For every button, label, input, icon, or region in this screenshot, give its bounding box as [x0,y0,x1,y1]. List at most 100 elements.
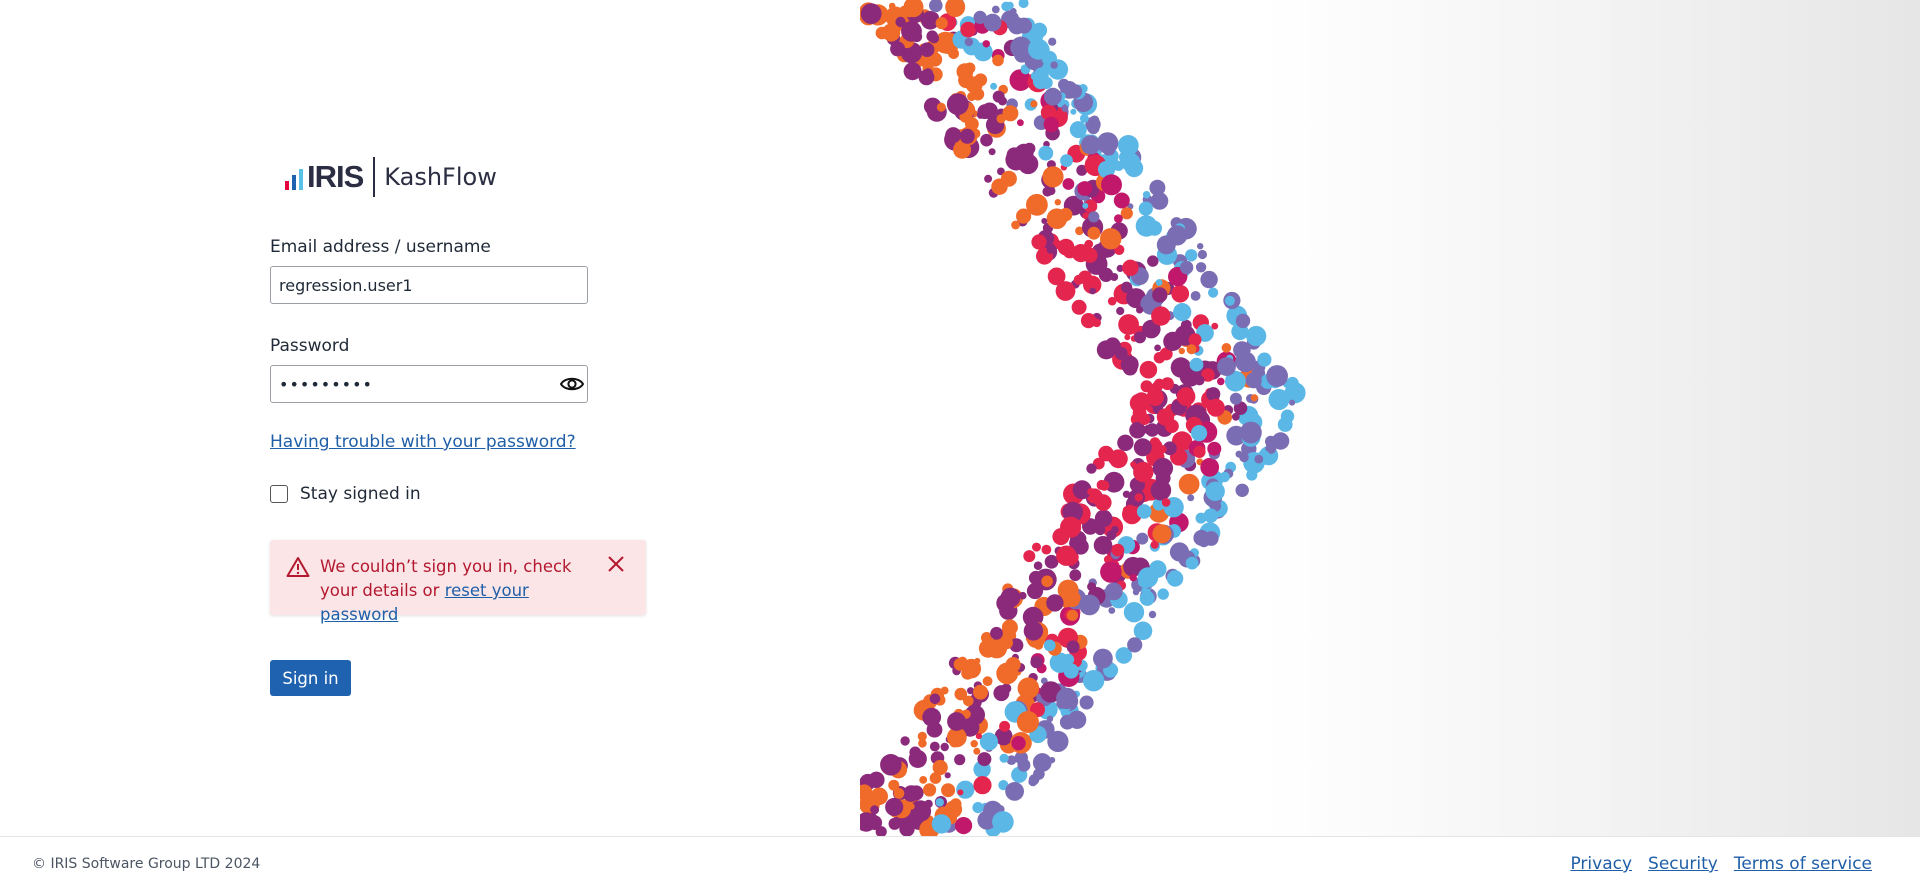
decorative-dot [917,805,925,813]
decorative-dot [1095,494,1112,511]
decorative-dot [1011,736,1026,751]
decorative-dot [1018,0,1029,9]
decorative-dot [1048,169,1057,178]
decorative-dot [1038,145,1054,161]
decorative-dot [1079,594,1100,616]
password-field[interactable] [270,365,588,403]
stay-signed-in[interactable]: Stay signed in [270,484,421,504]
decorative-dot [1114,346,1128,360]
decorative-dot [1067,201,1075,209]
decorative-dot [1001,619,1018,636]
stay-signed-in-label: Stay signed in [300,484,421,504]
decorative-dot [1041,575,1053,588]
decorative-dot [1028,774,1040,785]
decorative-dot [1087,582,1097,592]
alert-message: We couldn’t sign you in, check your deta… [320,555,590,627]
decorative-dot [1073,274,1084,285]
decorative-dot [1113,192,1130,209]
decorative-dot [992,54,1004,67]
decorative-dot [1205,481,1225,501]
logo-bars-icon [285,164,303,190]
decorative-dot [1115,459,1122,467]
decorative-dot [967,92,977,102]
decorative-dot [1079,113,1089,123]
decorative-dot [1120,281,1133,293]
decorative-dot [1046,246,1055,254]
decorative-dot [1277,417,1293,432]
decorative-dot [918,69,935,86]
decorative-dot [1163,331,1183,351]
decorative-dot [964,62,976,74]
decorative-dot [1006,1,1014,10]
decorative-dot [1207,441,1222,456]
security-link[interactable]: Security [1648,854,1718,874]
decorative-dot [1122,490,1131,498]
decorative-dot [1178,473,1200,495]
sign-in-button[interactable]: Sign in [270,660,351,696]
decorative-dot [1107,296,1117,306]
decorative-dot [1289,399,1296,406]
decorative-dot [919,42,935,57]
decorative-dot [1030,656,1043,669]
decorative-dot [1042,186,1053,197]
close-icon[interactable] [606,554,626,574]
decorative-dot [982,676,993,687]
decorative-dot [1030,100,1038,108]
decorative-dot [982,40,990,48]
decorative-dot [1240,421,1262,444]
warning-triangle-icon [286,556,310,582]
decorative-dot [1221,343,1232,353]
decorative-dot [904,819,914,829]
decorative-dot [929,693,941,705]
login-panel: IRIS KashFlow Email address / username P… [0,0,860,836]
decorative-dot [1152,287,1168,303]
decorative-dot [1046,715,1054,722]
decorative-dot [1116,306,1125,316]
decorative-dot [1093,648,1113,669]
decorative-dot [1043,116,1059,133]
decorative-dot [1203,508,1218,523]
decorative-dot [1016,711,1039,733]
decorative-dot [1000,636,1013,650]
decorative-dot [1081,135,1101,155]
decorative-dot [946,93,969,116]
decorative-dot [1069,121,1087,139]
decorative-dot [1193,445,1206,458]
email-field[interactable] [270,266,588,304]
decorative-dot [1023,550,1036,563]
decorative-dot [911,48,921,58]
decorative-dot [1000,170,1017,187]
decorative-dot [979,732,998,751]
decorative-dot [947,712,966,731]
decorative-dot [1054,199,1061,206]
privacy-link[interactable]: Privacy [1570,854,1632,874]
password-trouble-link[interactable]: Having trouble with your password? [270,432,576,452]
decorative-dot [1060,154,1073,168]
stay-signed-in-checkbox[interactable] [270,485,288,503]
logo-wordmark: IRIS [307,159,364,194]
decorative-dot [1117,135,1139,156]
decorative-dot [1161,498,1171,507]
decorative-dot [1257,352,1272,367]
decorative-dot [1094,509,1113,528]
decorative-dot [885,797,904,817]
decorative-dot [905,11,913,18]
decorative-dot [1096,479,1107,491]
decorative-dot [1088,211,1100,223]
decorative-dot [1147,255,1159,267]
decorative-dot [1056,687,1078,710]
decorative-dot [940,742,949,752]
terms-of-service-link[interactable]: Terms of service [1734,854,1872,874]
show-password-icon[interactable] [559,374,585,394]
decorative-dot [1136,306,1144,314]
decorative-dot [1133,392,1150,408]
decorative-dot [1117,434,1134,451]
decorative-dot [1147,220,1162,236]
decorative-dot [1017,758,1031,772]
logo-divider [373,157,376,197]
decorative-dot [1087,226,1101,240]
decorative-dot [908,785,924,801]
decorative-dot [999,753,1009,763]
decorative-dot [1136,532,1149,545]
decorative-dot [1044,87,1062,106]
